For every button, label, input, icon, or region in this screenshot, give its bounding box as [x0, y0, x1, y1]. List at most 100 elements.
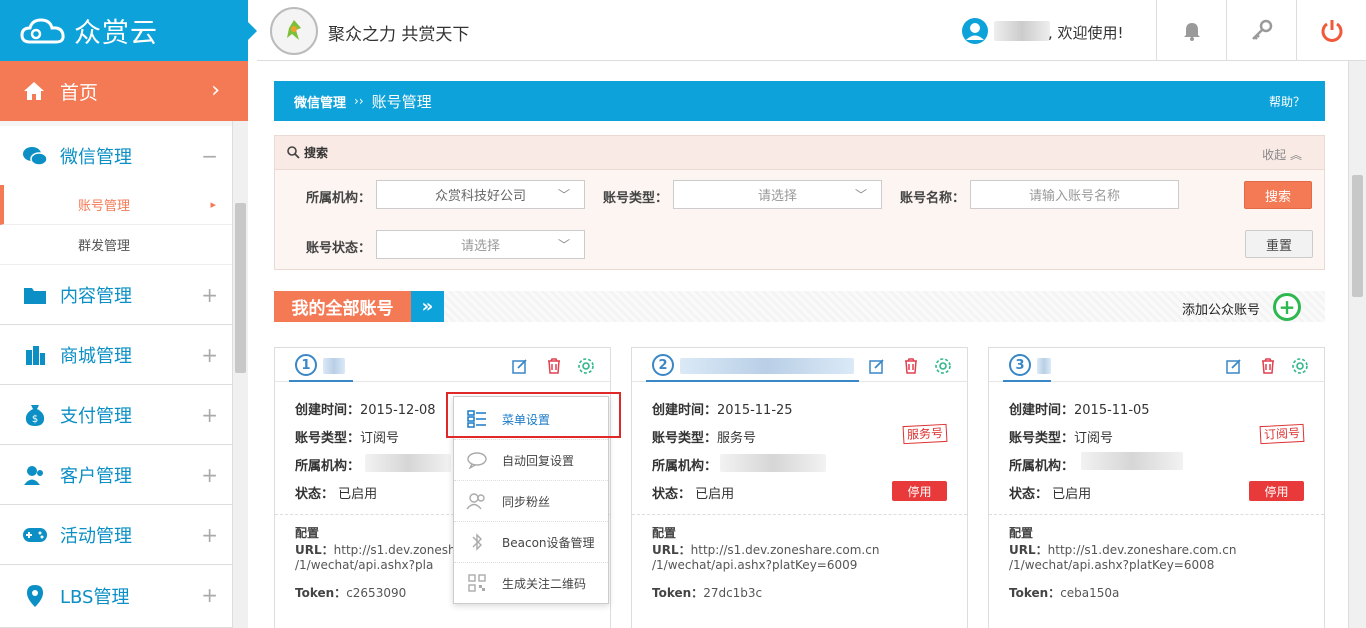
folder-icon	[22, 283, 48, 307]
expand-icon[interactable]: +	[201, 403, 218, 427]
sidebar-item-lbs[interactable]: LBS管理 +	[0, 565, 232, 628]
app-logo[interactable]: 众赏云	[0, 0, 248, 61]
token-row: Token：c2653090	[295, 584, 406, 601]
card-header: 3	[989, 348, 1324, 382]
notification-button[interactable]	[1156, 0, 1226, 61]
collapse-label: 收起	[1262, 148, 1287, 162]
sync-fans-item[interactable]: 同步粉丝	[454, 481, 608, 522]
sidebar-item-activity[interactable]: 活动管理 +	[0, 505, 232, 565]
token-value: c2653090	[346, 586, 407, 600]
status-value: 已启用	[1052, 487, 1092, 502]
delete-icon[interactable]	[1259, 357, 1277, 375]
add-account-label[interactable]: 添加公众账号	[1182, 299, 1260, 318]
edit-icon[interactable]	[868, 357, 886, 375]
type-row: 账号类型：订阅号	[1009, 427, 1113, 446]
sidebar-subitem-account[interactable]: 账号管理	[0, 185, 232, 225]
power-button[interactable]	[1296, 0, 1366, 61]
scroll-thumb[interactable]	[1352, 175, 1363, 297]
expand-icon[interactable]: +	[201, 523, 218, 547]
url-line-2: /1/wechat/api.ashx?pla	[295, 558, 434, 572]
card-number: 2	[652, 354, 674, 376]
status-row: 状态： 已启用	[1009, 483, 1091, 502]
settings-gear-icon[interactable]	[1291, 357, 1309, 375]
help-link[interactable]: 帮助？	[1269, 93, 1305, 110]
url-value-1: http://s1.dev.zoneshare.com.cn	[1047, 543, 1237, 557]
chevron-up-icon: ︽	[1289, 148, 1302, 162]
sidebar-item-content[interactable]: 内容管理 +	[0, 265, 232, 325]
building-icon	[22, 343, 48, 367]
reset-button[interactable]: 重置	[1245, 230, 1313, 258]
expand-icon[interactable]: +	[201, 343, 218, 367]
username-redacted	[994, 21, 1050, 41]
created-value: 2015-11-25	[717, 403, 793, 418]
delete-icon[interactable]	[545, 357, 563, 375]
org-label: 所属机构：	[652, 459, 718, 474]
url-value-1: http://s1.dev.zoneshare.com.cn	[690, 543, 880, 557]
chevron-down-icon: ﹀	[557, 188, 570, 202]
org-label: 所属机构：	[306, 191, 372, 206]
search-button[interactable]: 搜索	[1244, 181, 1312, 209]
status-row: 状态： 已启用	[652, 483, 734, 502]
edit-icon[interactable]	[511, 357, 529, 375]
breadcrumb: 微信管理 ›› 账号管理 帮助？	[274, 81, 1325, 121]
org-label: 所属机构：	[295, 459, 361, 474]
card-header: 2	[632, 348, 967, 382]
magnifier-icon	[287, 146, 300, 159]
user-avatar-icon[interactable]	[962, 18, 988, 44]
card-number-underline	[1003, 380, 1051, 382]
type-row: 账号类型：服务号	[652, 427, 756, 446]
home-label: 首页	[60, 81, 99, 104]
breadcrumb-separator: ››	[354, 94, 364, 108]
scroll-thumb[interactable]	[235, 203, 246, 373]
menu-item-label: Beacon设备管理	[502, 535, 595, 550]
collapse-toggle[interactable]: 收起 ︽	[1262, 146, 1302, 163]
chevron-right-icon: ›	[211, 78, 220, 103]
main-scrollbar[interactable]	[1348, 61, 1366, 628]
token-value: 27dc1b3c	[703, 586, 763, 600]
bell-icon	[1183, 22, 1200, 41]
disable-button[interactable]: 停用	[892, 481, 947, 501]
name-placeholder: 请输入账号名称	[1028, 189, 1120, 204]
org-redacted	[720, 454, 826, 472]
collapse-icon[interactable]: −	[201, 144, 218, 168]
created-row: 创建时间：2015-11-25	[652, 399, 793, 418]
sidebar-item-wechat[interactable]: 微信管理 −	[0, 126, 232, 186]
url-line-1: URL：http://s1.dev.zoneshare.com.cn	[1009, 541, 1236, 558]
expand-icon[interactable]: +	[201, 463, 218, 487]
sidebar-scrollbar[interactable]	[232, 121, 248, 628]
type-label: 账号类型：	[1009, 431, 1075, 446]
expand-icon[interactable]: +	[201, 583, 218, 607]
menu-label: 商城管理	[60, 345, 132, 367]
chevron-down-icon: ﹀	[854, 188, 867, 202]
add-account-button[interactable]: +	[1273, 293, 1301, 321]
sidebar-item-customer[interactable]: 客户管理 +	[0, 445, 232, 505]
url-line-2: /1/wechat/api.ashx?platKey=6009	[652, 558, 858, 572]
subitem-label: 群发管理	[78, 239, 131, 254]
breadcrumb-parent[interactable]: 微信管理	[294, 92, 346, 111]
status-select[interactable]: 请选择 ﹀	[376, 230, 585, 259]
config-divider	[989, 514, 1324, 515]
org-row: 所属机构：	[652, 455, 717, 474]
home-icon	[24, 82, 44, 100]
delete-icon[interactable]	[902, 357, 920, 375]
org-select[interactable]: 众赏科技好公司 ﹀	[376, 180, 585, 209]
key-button[interactable]	[1226, 0, 1296, 61]
name-input[interactable]: 请输入账号名称	[970, 180, 1179, 209]
qrcode-item[interactable]: 生成关注二维码	[454, 563, 608, 604]
sidebar-item-home[interactable]: 首页 ›	[0, 61, 248, 121]
sidebar-subitem-mass[interactable]: 群发管理	[0, 225, 232, 265]
settings-gear-icon[interactable]	[577, 357, 595, 375]
status-label: 状态：	[652, 487, 692, 502]
beacon-item[interactable]: Beacon设备管理	[454, 522, 608, 563]
org-redacted	[365, 454, 451, 472]
sidebar-item-payment[interactable]: $ 支付管理 +	[0, 385, 232, 445]
disable-button[interactable]: 停用	[1249, 481, 1304, 501]
expand-icon[interactable]: +	[201, 283, 218, 307]
token-row: Token：27dc1b3c	[652, 584, 762, 601]
auto-reply-item[interactable]: 自动回复设置	[454, 440, 608, 481]
edit-icon[interactable]	[1225, 357, 1243, 375]
sidebar-item-mall[interactable]: 商城管理 +	[0, 325, 232, 385]
type-select[interactable]: 请选择 ﹀	[673, 180, 882, 209]
config-title: 配置	[652, 526, 677, 540]
settings-gear-icon[interactable]	[934, 357, 952, 375]
